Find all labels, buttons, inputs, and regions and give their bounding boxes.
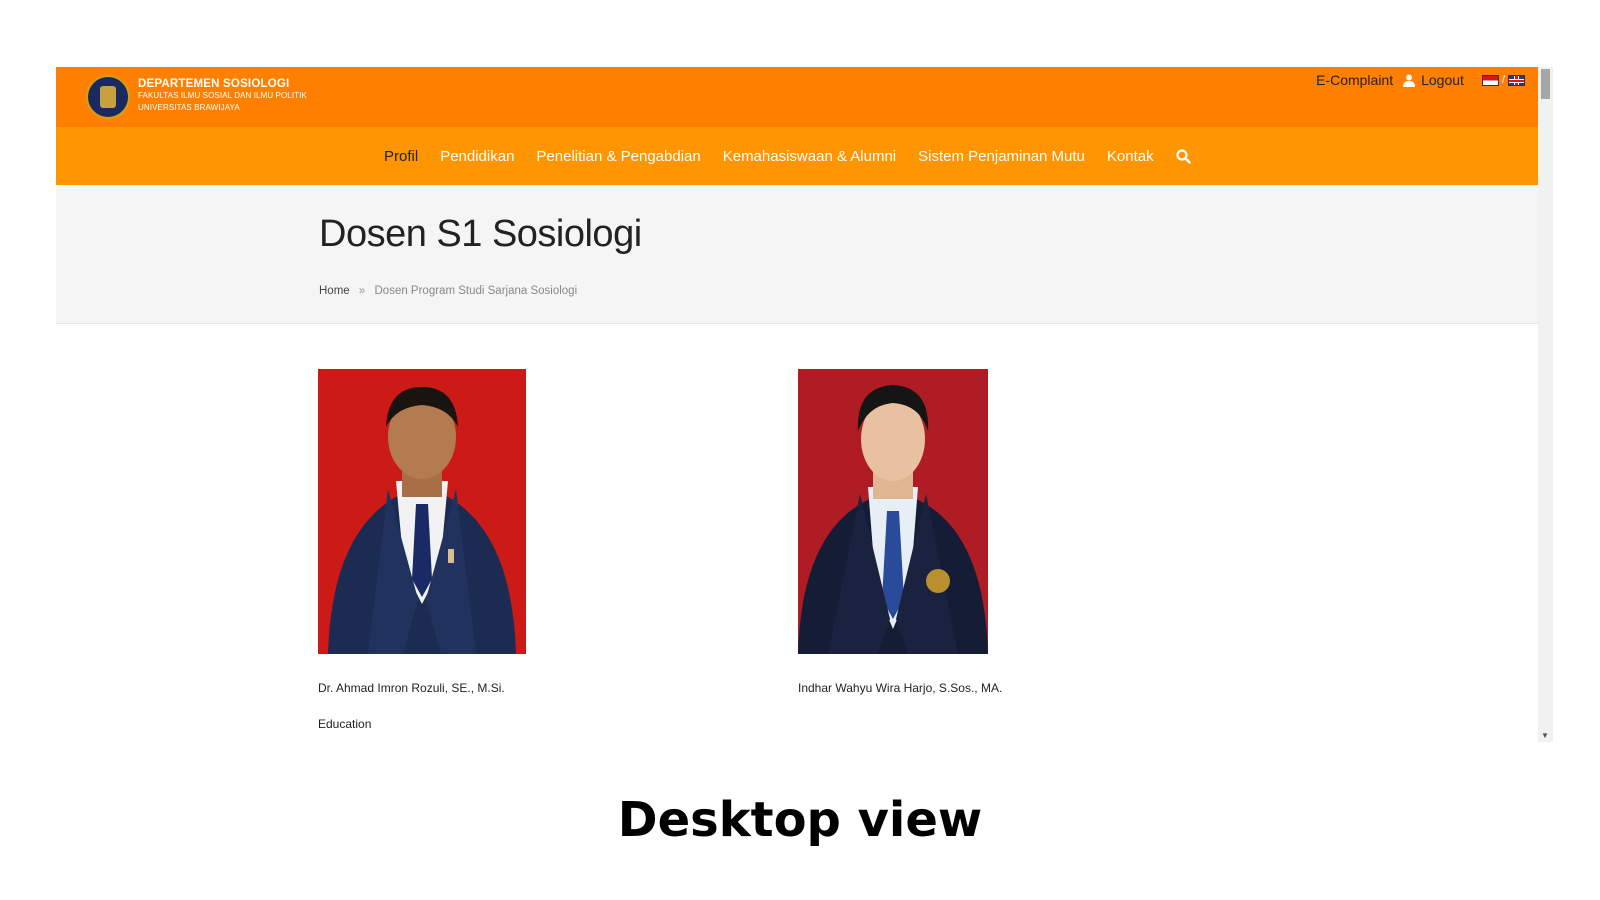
brand-subtitle-faculty: FAKULTAS ILMU SOSIAL DAN ILMU POLITIK — [138, 91, 307, 100]
brand-title: DEPARTEMEN SOSIOLOGI — [138, 78, 290, 90]
main-navigation: Profil Pendidikan Penelitian & Pengabdia… — [56, 127, 1553, 185]
scrollbar[interactable]: ▼ — [1538, 67, 1553, 742]
caption: Desktop view — [617, 792, 983, 848]
nav-item-profil[interactable]: Profil — [384, 148, 418, 165]
page-title: Dosen S1 Sosiologi — [319, 213, 642, 255]
indonesian-flag-icon[interactable] — [1481, 74, 1499, 86]
top-bar: DEPARTEMEN SOSIOLOGI FAKULTAS ILMU SOSIA… — [56, 67, 1553, 127]
nav-item-penelitian-pengabdian[interactable]: Penelitian & Pengabdian — [536, 148, 700, 165]
top-links: E-Complaint Logout / — [1316, 72, 1525, 88]
university-logo[interactable] — [86, 75, 130, 119]
lecturer-photo — [318, 369, 526, 654]
page-header: Dosen S1 Sosiologi Home » Dosen Program … — [56, 185, 1553, 324]
english-flag-icon[interactable] — [1508, 74, 1525, 86]
flag-separator: / — [1501, 74, 1505, 86]
logout-link[interactable]: Logout — [1421, 72, 1464, 88]
e-complaint-link[interactable]: E-Complaint — [1316, 72, 1393, 88]
nav-item-sistem-penjaminan-mutu[interactable]: Sistem Penjaminan Mutu — [918, 148, 1085, 165]
lecturer-photo — [798, 369, 988, 654]
brand-block[interactable]: DEPARTEMEN SOSIOLOGI FAKULTAS ILMU SOSIA… — [138, 78, 307, 114]
search-icon[interactable] — [1176, 148, 1191, 164]
browser-viewport: DEPARTEMEN SOSIOLOGI FAKULTAS ILMU SOSIA… — [56, 67, 1568, 742]
nav-item-kemahasiswaan-alumni[interactable]: Kemahasiswaan & Alumni — [723, 148, 896, 165]
lecturer-name: Indhar Wahyu Wira Harjo, S.Sos., MA. — [798, 681, 1003, 695]
scroll-down-arrow-icon[interactable]: ▼ — [1541, 732, 1549, 740]
education-heading: Education — [318, 717, 372, 731]
scrollbar-thumb[interactable] — [1541, 69, 1550, 99]
user-icon — [1403, 74, 1416, 87]
breadcrumb: Home » Dosen Program Studi Sarjana Sosio… — [319, 285, 577, 297]
lecturer-name: Dr. Ahmad Imron Rozuli, SE., M.Si. — [318, 681, 505, 695]
nav-item-kontak[interactable]: Kontak — [1107, 148, 1154, 165]
nav-item-pendidikan[interactable]: Pendidikan — [440, 148, 514, 165]
breadcrumb-home-link[interactable]: Home — [319, 285, 350, 297]
brand-subtitle-university: UNIVERSITAS BRAWIJAYA — [138, 103, 240, 112]
breadcrumb-separator: » — [358, 285, 366, 297]
breadcrumb-current: Dosen Program Studi Sarjana Sosiologi — [374, 285, 578, 297]
